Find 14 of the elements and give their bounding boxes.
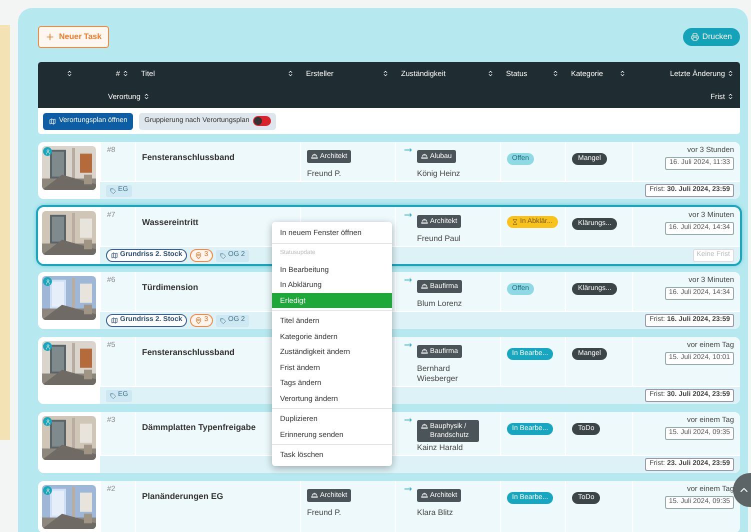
- task-title: Wassereintritt: [142, 217, 198, 227]
- person-name: Bernhard Wiesberger: [417, 364, 459, 384]
- person-name: Klara Blitz: [417, 508, 454, 518]
- person-name: Blum Lorenz: [417, 299, 462, 309]
- person-name: Kainz Harald: [417, 443, 464, 453]
- task-title: Dämmplatten Typenfreigabe: [142, 422, 256, 432]
- task-title: Planänderungen EG: [142, 491, 224, 501]
- task-title: Fensteranschlussband: [142, 152, 235, 162]
- task-title: Fensteranschlussband: [142, 347, 235, 357]
- person-name: König Heinz: [417, 169, 460, 179]
- person-name: Freund P.: [307, 169, 342, 179]
- person-name: Freund P.: [307, 508, 342, 518]
- task-title: Türdimension: [142, 282, 198, 292]
- person-name: Freund Paul: [417, 234, 462, 244]
